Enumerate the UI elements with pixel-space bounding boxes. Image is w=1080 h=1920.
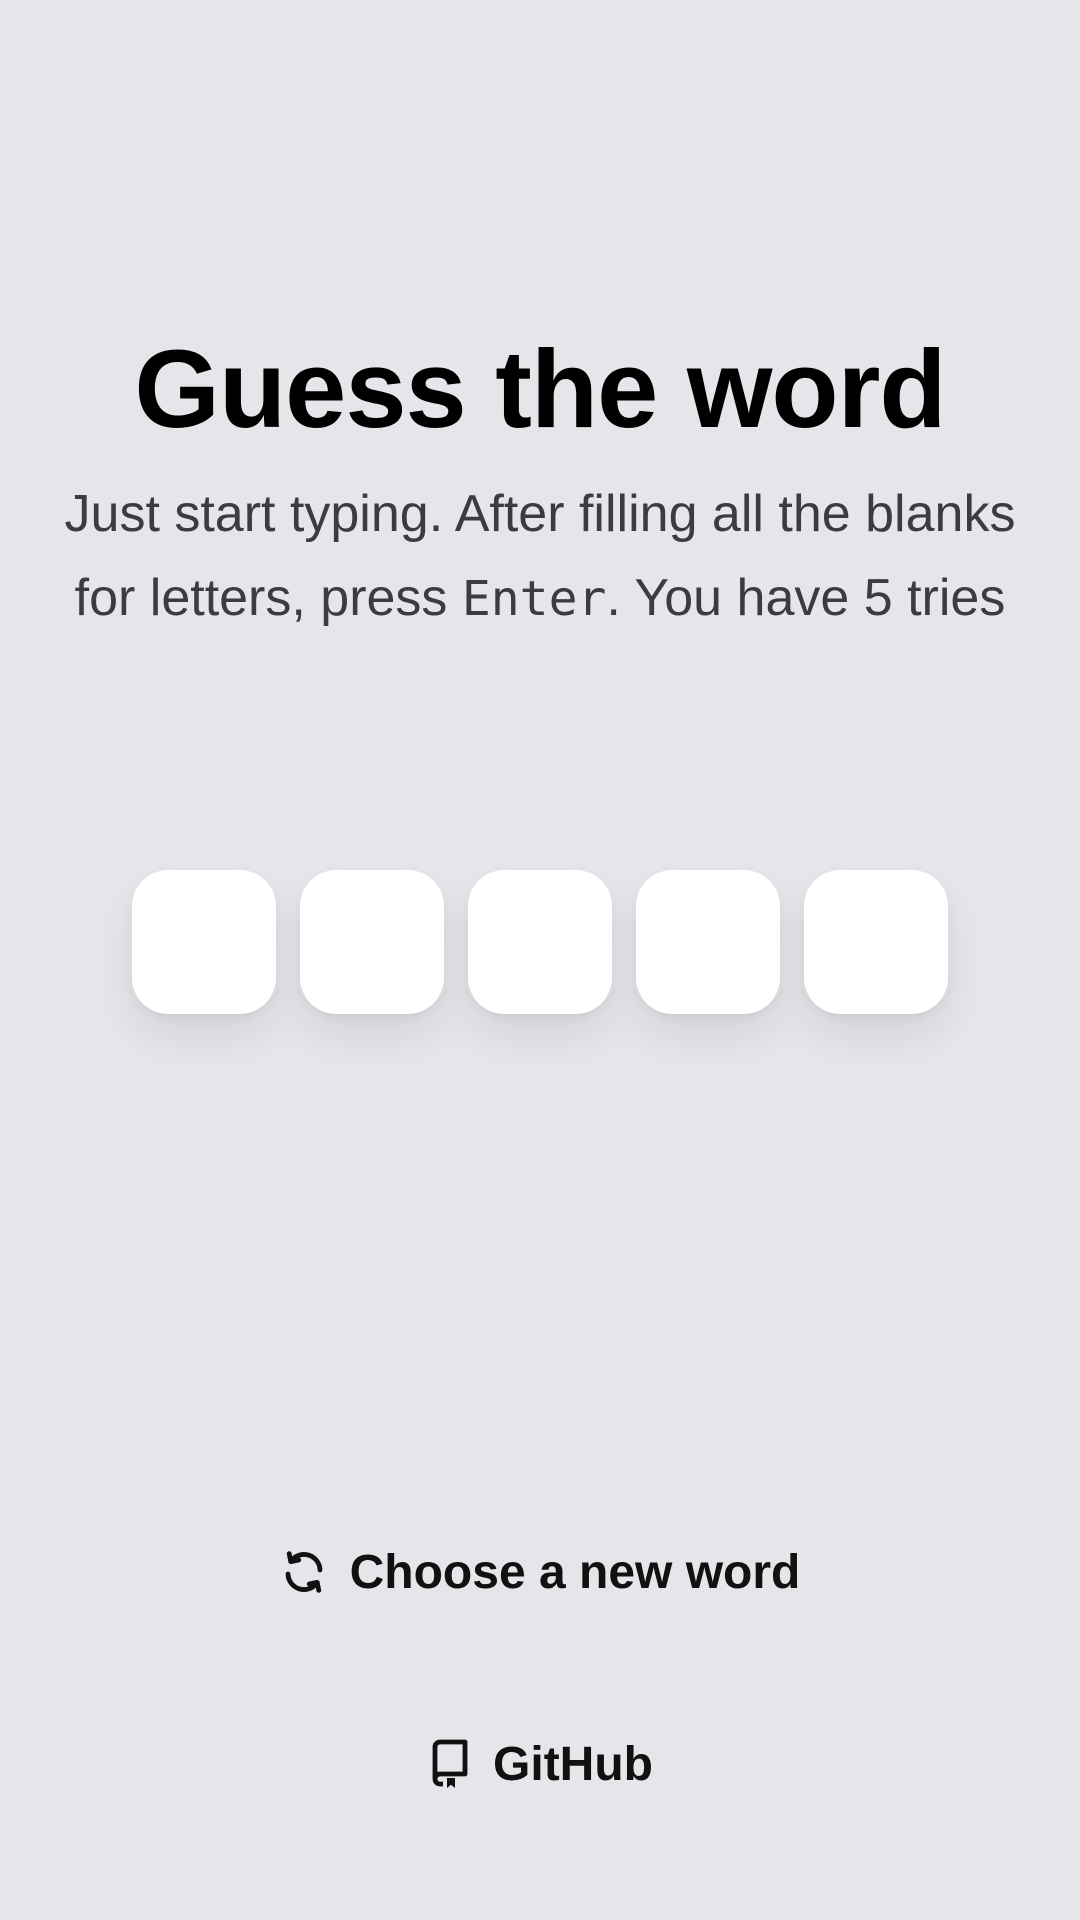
instructions-tail: . You have 5 tries (606, 569, 1006, 627)
letter-tiles (0, 870, 1080, 1014)
choose-new-word-label: Choose a new word (349, 1545, 801, 1599)
letter-tile-5[interactable] (804, 870, 948, 1014)
choose-new-word-button[interactable]: Choose a new word (0, 1540, 1080, 1604)
letter-tile-1[interactable] (132, 870, 276, 1014)
refresh-icon (280, 1548, 328, 1596)
repo-icon (427, 1738, 471, 1790)
enter-key-label: Enter (461, 571, 607, 627)
github-label: GitHub (493, 1737, 653, 1791)
letter-tile-3[interactable] (468, 870, 612, 1014)
letter-tile-2[interactable] (300, 870, 444, 1014)
letter-tile-4[interactable] (636, 870, 780, 1014)
github-link[interactable]: GitHub (0, 1732, 1080, 1796)
instructions: Just start typing. After filling all the… (40, 472, 1040, 641)
page-title: Guess the word (134, 328, 946, 451)
